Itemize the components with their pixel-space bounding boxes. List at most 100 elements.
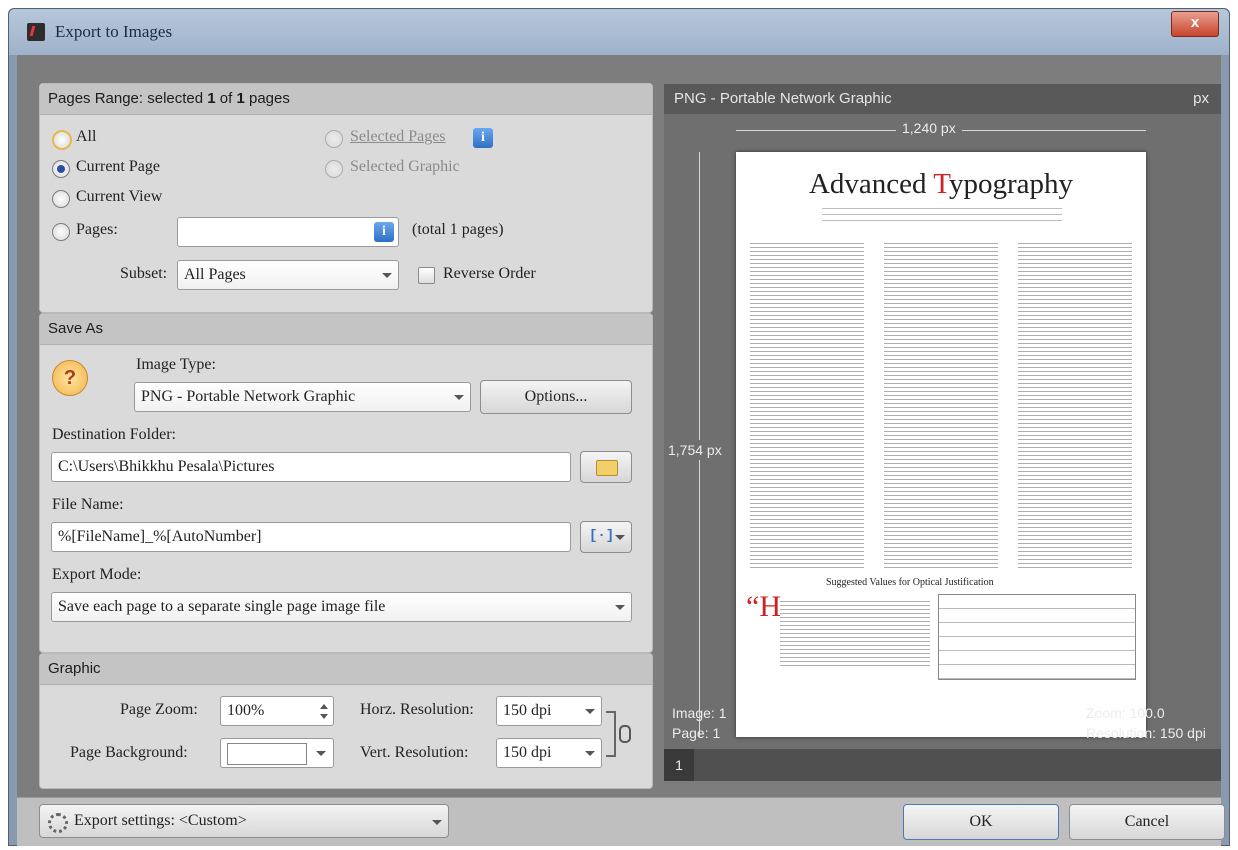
title-bar: Export to Images x — [9, 9, 1229, 55]
macro-chevron-down-icon — [615, 535, 625, 540]
vert-chevron-down-icon — [585, 751, 595, 756]
doc-column — [1018, 240, 1132, 570]
export-settings-chevron-down-icon — [432, 820, 442, 825]
height-dimension-label: 1,754 px — [668, 440, 722, 460]
page-background-color[interactable] — [220, 738, 334, 768]
close-button[interactable]: x — [1171, 11, 1219, 37]
app-icon — [27, 23, 45, 41]
browse-folder-button[interactable] — [580, 451, 632, 483]
doc-caption-text — [780, 598, 930, 666]
export-settings-label: Export settings: <Custom> — [74, 812, 247, 829]
destination-folder-label: Destination Folder: — [52, 426, 176, 443]
save-as-header: Save As — [40, 314, 652, 345]
radio-current-page[interactable] — [52, 160, 70, 178]
subset-chevron-down-icon — [382, 273, 392, 278]
reverse-order-label: Reverse Order — [443, 265, 536, 282]
insert-macro-button[interactable]: [·] — [580, 521, 632, 553]
subset-dropdown[interactable]: All Pages — [177, 260, 399, 290]
image-type-dropdown[interactable]: PNG - Portable Network Graphic — [134, 382, 471, 412]
doc-table-title: Suggested Values for Optical Justificati… — [826, 577, 994, 588]
preview-pane: PNG - Portable Network Graphic px 1,240 … — [664, 84, 1221, 781]
radio-current-view-label: Current View — [76, 188, 163, 205]
doc-table — [938, 594, 1136, 680]
zoom-down-arrow-icon[interactable] — [320, 714, 328, 719]
save-as-panel: Save As ? Image Type: PNG - Portable Net… — [39, 313, 653, 653]
image-type-chevron-down-icon — [454, 395, 464, 400]
radio-current-view[interactable] — [52, 190, 70, 208]
gear-icon — [48, 813, 68, 833]
doc-subtitle-line — [822, 208, 1062, 209]
color-swatch — [227, 743, 307, 765]
page-info: Page: 1 — [672, 725, 721, 741]
doc-dropcap: “H — [746, 590, 781, 623]
pages-range-suffix: pages — [244, 90, 290, 107]
dialog-client: Pages Range: selected 1 of 1 pages All C… — [17, 55, 1225, 846]
file-name-label: File Name: — [52, 496, 124, 513]
selected-pages-info-icon[interactable]: i — [473, 128, 493, 148]
window-title: Export to Images — [55, 22, 173, 41]
radio-selected-pages[interactable] — [325, 130, 343, 148]
doc-subtitle-line — [822, 220, 1062, 221]
doc-subtitle-line — [822, 214, 1062, 215]
doc-column — [750, 240, 864, 570]
preview-unit: px — [1193, 90, 1209, 107]
image-info: Image: 1 — [672, 705, 727, 721]
page-tab-bar: 1 — [664, 749, 1221, 781]
radio-all[interactable] — [52, 130, 72, 150]
doc-title-part2: ypography — [948, 168, 1074, 200]
page-zoom-spinner[interactable]: 100% — [220, 696, 334, 726]
pages-range-prefix: Pages Range: selected — [48, 90, 208, 107]
total-pages-note: (total 1 pages) — [412, 221, 504, 238]
destination-folder-input[interactable]: C:\Users\Bhikkhu Pesala\Pictures — [51, 452, 571, 482]
dialog-footer: Export settings: <Custom> OK Cancel — [17, 797, 1225, 846]
page-background-label: Page Background: — [70, 744, 188, 761]
vert-resolution-label: Vert. Resolution: — [360, 744, 469, 761]
page-tab-1[interactable]: 1 — [664, 749, 694, 781]
radio-all-label: All — [76, 128, 97, 145]
radio-selected-pages-label: Selected Pages — [350, 128, 446, 145]
export-dialog-window: Export to Images x Pages Range: selected… — [8, 8, 1230, 846]
help-icon: ? — [52, 360, 88, 396]
cancel-button[interactable]: Cancel — [1069, 804, 1225, 840]
export-settings-dropdown[interactable]: Export settings: <Custom> — [39, 804, 449, 838]
preview-page: Advanced Typography Suggested Values for… — [736, 152, 1146, 737]
radio-current-page-label: Current Page — [76, 158, 160, 175]
export-mode-label: Export Mode: — [52, 566, 142, 583]
radio-selected-graphic[interactable] — [325, 160, 343, 178]
doc-column — [884, 240, 998, 570]
pages-input[interactable] — [177, 217, 399, 247]
export-mode-dropdown[interactable]: Save each page to a separate single page… — [51, 592, 632, 622]
resolution-info: Resolution: 150 dpi — [1086, 725, 1206, 741]
pages-range-panel: Pages Range: selected 1 of 1 pages All C… — [39, 83, 653, 313]
subset-label: Subset: — [120, 265, 168, 282]
zoom-info: Zoom: 100.0 — [1086, 705, 1165, 721]
pages-selected-count: 1 — [207, 90, 216, 107]
horz-chevron-down-icon — [585, 709, 595, 714]
pages-total-count: 1 — [236, 90, 245, 107]
zoom-up-arrow-icon[interactable] — [320, 704, 328, 709]
image-type-label: Image Type: — [136, 356, 216, 373]
macro-icon: [·] — [589, 528, 615, 544]
pages-range-header: Pages Range: selected 1 of 1 pages — [40, 84, 652, 115]
doc-title-accent: T — [933, 168, 949, 200]
radio-pages-label: Pages: — [76, 221, 118, 238]
chain-link-icon[interactable] — [619, 725, 631, 743]
doc-title-part1: Advanced — [808, 168, 934, 200]
width-dimension-label: 1,240 px — [896, 120, 962, 136]
page-zoom-label: Page Zoom: — [120, 701, 198, 718]
folder-icon — [596, 460, 618, 476]
reverse-order-checkbox[interactable] — [418, 267, 435, 284]
file-name-input[interactable]: %[FileName]_%[AutoNumber] — [51, 522, 571, 552]
link-bracket — [606, 711, 616, 757]
radio-selected-graphic-label: Selected Graphic — [350, 158, 460, 175]
options-button[interactable]: Options... — [480, 380, 632, 414]
radio-pages[interactable] — [52, 223, 70, 241]
graphic-panel: Graphic Page Zoom: 100% Page Background:… — [39, 653, 653, 789]
ok-button[interactable]: OK — [903, 804, 1059, 840]
pages-info-icon[interactable]: i — [374, 222, 394, 242]
preview-header: PNG - Portable Network Graphic px — [664, 84, 1221, 114]
export-mode-chevron-down-icon — [615, 605, 625, 610]
background-chevron-down-icon — [316, 751, 326, 756]
pages-range-mid: of — [215, 90, 237, 107]
graphic-header: Graphic — [40, 654, 652, 685]
